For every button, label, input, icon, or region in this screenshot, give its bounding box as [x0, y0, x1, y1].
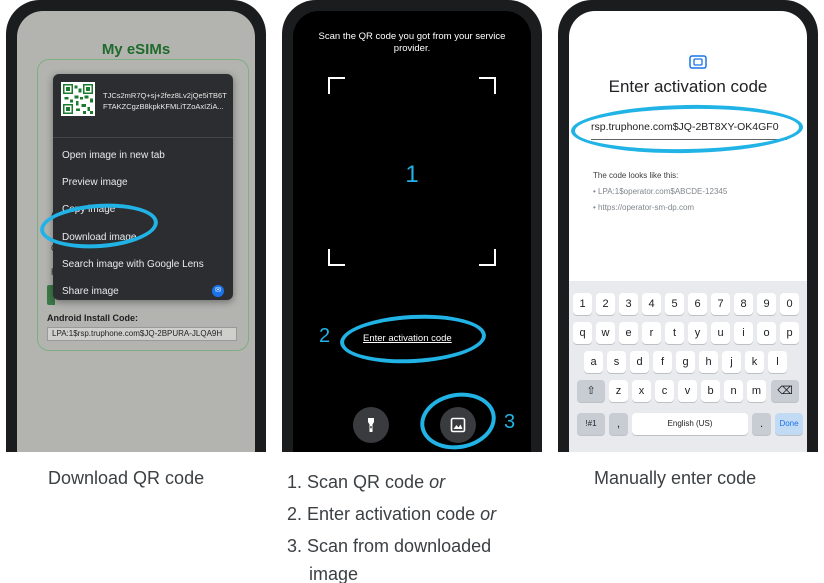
key-s[interactable]: s: [607, 351, 626, 373]
caption-download: Download QR code: [48, 468, 205, 488]
menu-share-image[interactable]: Share image: [62, 286, 119, 297]
key-o[interactable]: o: [757, 322, 776, 344]
caption-step-3: 3. Scan from downloaded: [287, 536, 492, 556]
shift-key[interactable]: ⇧: [577, 380, 605, 402]
on-screen-keyboard: 1234567890 qwertyuiop asdfghjkl ⇧ zxcvbn…: [569, 281, 807, 452]
format-hint: The code looks like this:: [593, 171, 679, 180]
caption-steps: 1. Scan QR code or 2. Enter activation c…: [287, 466, 496, 583]
step-3-marker: 3: [504, 411, 516, 433]
key-i[interactable]: i: [734, 322, 753, 344]
caption-manual: Manually enter code: [594, 468, 757, 488]
key-6[interactable]: 6: [688, 293, 707, 315]
key-n[interactable]: n: [724, 380, 743, 402]
key-j[interactable]: j: [722, 351, 741, 373]
activation-code-input[interactable]: rsp.truphone.com$JQ-2BT8XY-OK4GF0: [591, 121, 779, 133]
key-4[interactable]: 4: [642, 293, 661, 315]
input-underline: [591, 139, 787, 140]
phone-screen: Scan the QR code you got from your servi…: [293, 11, 531, 452]
key-d[interactable]: d: [630, 351, 649, 373]
comma-key[interactable]: ,: [609, 413, 628, 435]
caption-step-3-continued: image: [309, 564, 359, 583]
sim-card-icon: [689, 55, 707, 69]
phone-screen: Enter activation code rsp.truphone.com$J…: [569, 11, 807, 452]
key-z[interactable]: z: [609, 380, 628, 402]
key-y[interactable]: y: [688, 322, 707, 344]
key-h[interactable]: h: [699, 351, 718, 373]
symbols-key[interactable]: !#1: [577, 413, 605, 435]
key-8[interactable]: 8: [734, 293, 753, 315]
key-c[interactable]: c: [655, 380, 674, 402]
enter-activation-code-link[interactable]: Enter activation code: [363, 333, 452, 344]
step-2-marker: 2: [319, 325, 331, 347]
key-q[interactable]: q: [573, 322, 592, 344]
image-context-menu: TJCs2mR7Q+sj+2fez8Lv2jQe5iTB6T FTAKZCgzB…: [53, 74, 233, 300]
key-9[interactable]: 9: [757, 293, 776, 315]
caption-step-2: 2. Enter activation code or: [287, 504, 497, 524]
key-t[interactable]: t: [665, 322, 684, 344]
phone-scan-qr: Scan the QR code you got from your servi…: [282, 0, 542, 452]
key-2[interactable]: 2: [596, 293, 615, 315]
key-k[interactable]: k: [745, 351, 764, 373]
step-1-marker: 1: [405, 161, 419, 188]
key-0[interactable]: 0: [780, 293, 799, 315]
viewfinder-frame: [328, 77, 496, 266]
key-u[interactable]: u: [711, 322, 730, 344]
menu-copy-image[interactable]: Copy image: [62, 204, 115, 215]
key-r[interactable]: r: [642, 322, 661, 344]
phone-screen: My eSIMs A Q R Android Install Code: LPA…: [17, 11, 255, 452]
key-l[interactable]: l: [768, 351, 787, 373]
page-title: Enter activation code: [608, 77, 768, 96]
key-v[interactable]: v: [678, 380, 697, 402]
context-menu-header: TJCs2mR7Q+sj+2fez8Lv2jQe5iTB6T FTAKZCgzB…: [53, 74, 233, 138]
key-x[interactable]: x: [632, 380, 651, 402]
key-5[interactable]: 5: [665, 293, 684, 315]
key-7[interactable]: 7: [711, 293, 730, 315]
menu-download-image[interactable]: Download image: [62, 232, 137, 243]
image-url: TJCs2mR7Q+sj+2fez8Lv2jQe5iTB6T FTAKZCgzB…: [103, 91, 227, 111]
key-b[interactable]: b: [701, 380, 720, 402]
messenger-icon: ✉: [212, 285, 224, 297]
key-e[interactable]: e: [619, 322, 638, 344]
key-3[interactable]: 3: [619, 293, 638, 315]
page-title: My eSIMs: [101, 41, 171, 58]
key-m[interactable]: m: [747, 380, 766, 402]
key-p[interactable]: p: [780, 322, 799, 344]
example-url: • https://operator-sm-dp.com: [593, 203, 695, 212]
period-key[interactable]: .: [752, 413, 771, 435]
key-w[interactable]: w: [596, 322, 615, 344]
backspace-key[interactable]: ⌫: [771, 380, 799, 402]
install-code-field[interactable]: LPA:1$rsp.truphone.com$JQ-2BPURA-JLQA9H: [47, 327, 237, 341]
caption-step-1: 1. Scan QR code or: [287, 472, 446, 492]
menu-preview-image[interactable]: Preview image: [62, 177, 128, 188]
space-key[interactable]: English (US): [632, 413, 748, 435]
gallery-button[interactable]: [440, 407, 476, 443]
example-lpa: • LPA:1$operator.com$ABCDE-12345: [593, 187, 728, 196]
menu-open-new-tab[interactable]: Open image in new tab: [62, 150, 165, 161]
menu-search-google-lens[interactable]: Search image with Google Lens: [62, 259, 204, 270]
flashlight-icon: [368, 418, 374, 432]
flashlight-button[interactable]: [353, 407, 389, 443]
qr-code-thumbnail: [61, 82, 95, 116]
key-a[interactable]: a: [584, 351, 603, 373]
phone-download-qr: My eSIMs A Q R Android Install Code: LPA…: [6, 0, 266, 452]
phone-manual-entry: Enter activation code rsp.truphone.com$J…: [558, 0, 818, 452]
key-f[interactable]: f: [653, 351, 672, 373]
install-code-label: Android Install Code:: [47, 313, 138, 323]
done-key[interactable]: Done: [775, 413, 803, 435]
key-g[interactable]: g: [676, 351, 695, 373]
key-1[interactable]: 1: [573, 293, 592, 315]
image-icon: [450, 417, 466, 433]
